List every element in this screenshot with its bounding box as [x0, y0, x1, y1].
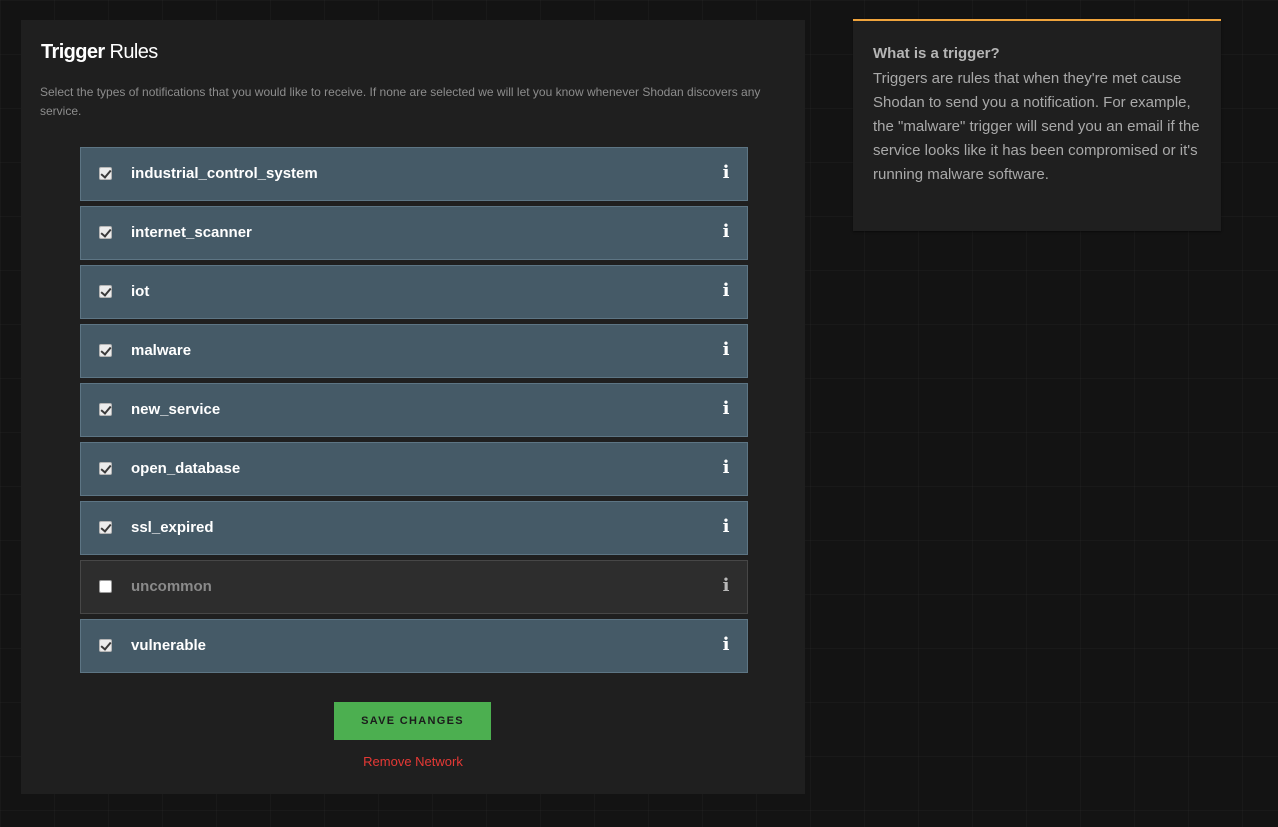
rule-label: ssl_expired: [131, 519, 214, 536]
rule-row-vulnerable[interactable]: vulnerable i: [80, 619, 748, 673]
rule-label: internet_scanner: [131, 224, 252, 241]
trigger-help-panel: What is a trigger? Triggers are rules th…: [853, 19, 1221, 231]
rule-label: new_service: [131, 401, 221, 418]
rule-row-iot[interactable]: iot i: [80, 265, 748, 319]
info-icon[interactable]: i: [722, 635, 730, 655]
rule-row-open-database[interactable]: open_database i: [80, 442, 748, 496]
rule-checkbox-malware[interactable]: [99, 344, 112, 357]
rule-row-industrial-control-system[interactable]: industrial_control_system i: [80, 147, 748, 201]
info-icon[interactable]: i: [722, 399, 730, 419]
info-icon[interactable]: i: [722, 340, 730, 360]
info-icon[interactable]: i: [722, 222, 730, 242]
rule-label: malware: [131, 342, 192, 359]
rule-checkbox-uncommon[interactable]: [99, 580, 112, 593]
rule-label: vulnerable: [131, 637, 207, 654]
page-title: Trigger Rules: [41, 40, 158, 64]
save-changes-button[interactable]: SAVE CHANGES: [334, 702, 491, 740]
info-icon[interactable]: i: [722, 163, 730, 183]
trigger-rules-list: industrial_control_system i internet_sca…: [80, 147, 748, 678]
trigger-rules-panel: Trigger Rules Select the types of notifi…: [21, 20, 805, 794]
rule-checkbox-new-service[interactable]: [99, 403, 112, 416]
rule-row-new-service[interactable]: new_service i: [80, 383, 748, 437]
rule-checkbox-industrial-control-system[interactable]: [99, 167, 112, 180]
rule-label: iot: [131, 283, 150, 300]
rule-row-internet-scanner[interactable]: internet_scanner i: [80, 206, 748, 260]
trigger-rules-description: Select the types of notifications that y…: [40, 85, 761, 118]
remove-network-link[interactable]: Remove Network: [21, 754, 805, 770]
info-icon[interactable]: i: [722, 576, 730, 596]
page-title-rest: Rules: [104, 41, 159, 63]
rule-row-ssl-expired[interactable]: ssl_expired i: [80, 501, 748, 555]
rule-row-malware[interactable]: malware i: [80, 324, 748, 378]
rule-checkbox-ssl-expired[interactable]: [99, 521, 112, 534]
info-icon[interactable]: i: [722, 281, 730, 301]
rule-checkbox-open-database[interactable]: [99, 462, 112, 475]
info-icon[interactable]: i: [722, 517, 730, 537]
trigger-help-text: Triggers are rules that when they're met…: [873, 70, 1200, 183]
rule-checkbox-vulnerable[interactable]: [99, 639, 112, 652]
rule-label: open_database: [131, 460, 241, 477]
rule-label: uncommon: [131, 578, 212, 595]
rule-row-uncommon[interactable]: uncommon i: [80, 560, 748, 614]
trigger-help-heading: What is a trigger?: [873, 45, 1000, 62]
rule-checkbox-internet-scanner[interactable]: [99, 226, 112, 239]
rule-label: industrial_control_system: [131, 165, 318, 182]
page-title-bold: Trigger: [41, 41, 105, 63]
info-icon[interactable]: i: [722, 458, 730, 478]
rule-checkbox-iot[interactable]: [99, 285, 112, 298]
